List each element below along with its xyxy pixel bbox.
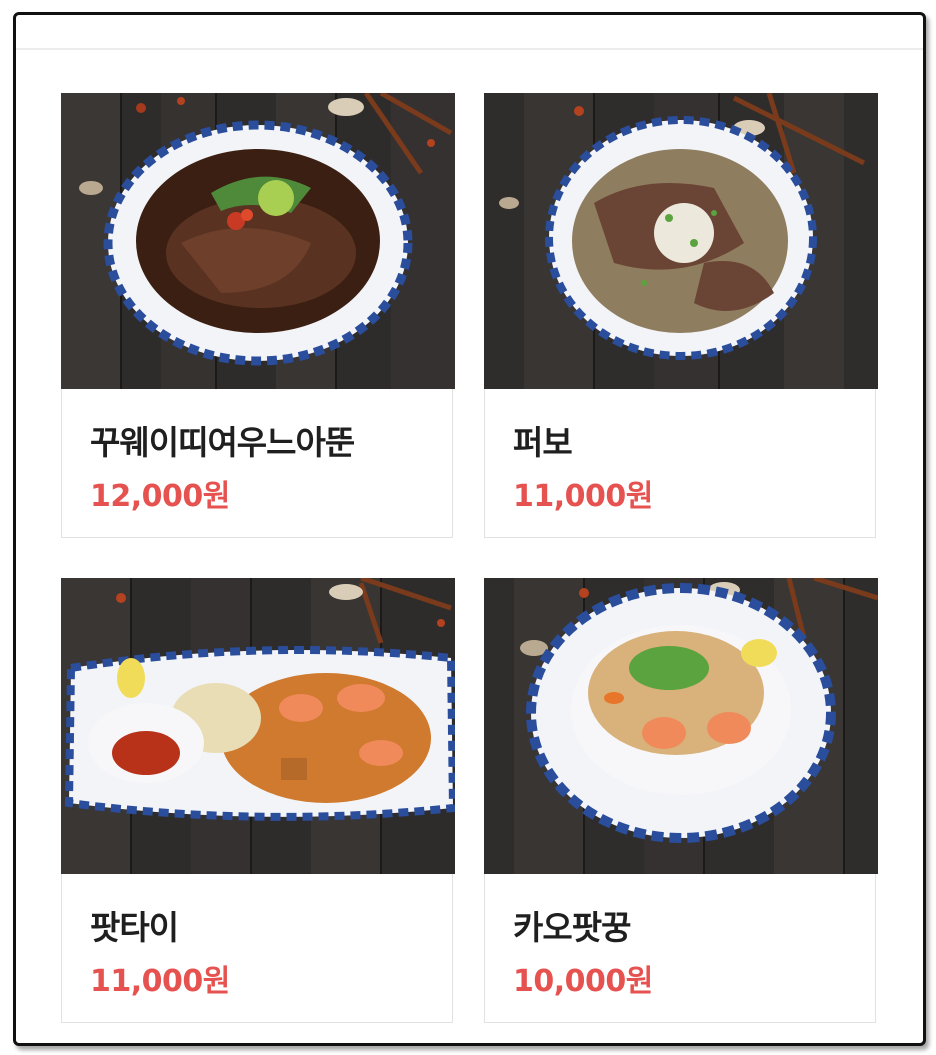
pho-bo-photo — [484, 93, 878, 389]
menu-card-shrimp-fried-rice[interactable]: 카오팟꿍 10,000원 — [484, 578, 878, 1023]
menu-item-price: 11,000원 — [90, 964, 230, 999]
menu-item-price: 12,000원 — [90, 479, 230, 514]
menu-card-pad-thai[interactable]: 팟타이 11,000원 — [61, 578, 455, 1023]
shrimp-fried-rice-photo — [484, 578, 878, 874]
menu-item-price: 11,000원 — [513, 479, 653, 514]
menu-item-name: 퍼보 — [513, 423, 573, 462]
pad-thai-photo — [61, 578, 455, 874]
menu-item-name: 꾸웨이띠여우느아뚠 — [90, 423, 355, 462]
menu-card-beef-noodle-soup[interactable]: 꾸웨이띠여우느아뚠 12,000원 — [61, 93, 455, 538]
menu-card-pho-bo[interactable]: 퍼보 11,000원 — [484, 93, 878, 538]
top-divider — [16, 48, 923, 50]
beef-noodle-soup-photo — [61, 93, 455, 389]
menu-item-name: 카오팟꿍 — [513, 908, 631, 947]
menu-item-price: 10,000원 — [513, 964, 653, 999]
menu-item-name: 팟타이 — [90, 908, 179, 947]
menu-panel: 꾸웨이띠여우느아뚠 12,000원 퍼보 11,000원 팟타이 11,000원… — [13, 12, 926, 1046]
